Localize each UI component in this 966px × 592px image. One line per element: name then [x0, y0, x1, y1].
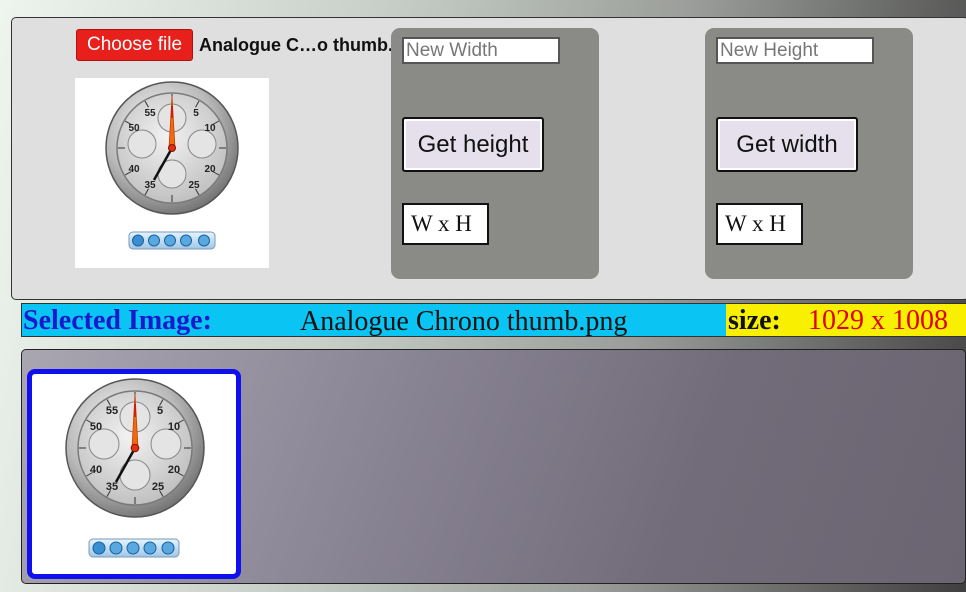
height-result-display: W x H	[716, 203, 803, 245]
new-width-input[interactable]	[402, 37, 560, 64]
new-height-input[interactable]	[716, 37, 874, 64]
dial-number: 25	[152, 481, 164, 493]
width-control-panel: Get height W x H	[391, 28, 599, 279]
preview-image: 55 5 50 10 40 20 35 25	[75, 78, 269, 268]
get-width-button[interactable]: Get width	[716, 117, 858, 172]
selected-image-filename: Analogue Chrono thumb.png	[300, 306, 628, 337]
gallery-thumbnail-selected[interactable]: 55 5 50 10 40 20 35 25	[27, 369, 241, 579]
size-box: size: 1029 x 1008	[726, 304, 966, 336]
selected-image-info-bar: Selected Image: Analogue Chrono thumb.pn…	[21, 303, 966, 337]
dial-number: 40	[128, 164, 140, 175]
selected-image-label: Selected Image:	[23, 305, 212, 336]
dial-number: 35	[106, 481, 118, 493]
dial-number: 20	[204, 164, 216, 175]
dial-number: 10	[168, 421, 180, 433]
dial-number: 50	[90, 421, 102, 433]
dial-number: 35	[144, 180, 156, 191]
dial-number: 25	[188, 180, 200, 191]
dial-number: 55	[106, 405, 118, 417]
size-label: size:	[728, 305, 781, 336]
dial-number: 20	[168, 464, 180, 476]
width-result-display: W x H	[402, 203, 489, 245]
size-value: 1029 x 1008	[808, 305, 948, 336]
stopwatch-image: 55 5 50 10 40 20 35 25	[105, 81, 239, 250]
dial-number: 40	[90, 464, 102, 476]
dial-number: 10	[204, 123, 216, 134]
choose-file-button[interactable]: Choose file	[76, 29, 193, 61]
selected-file-name: Analogue C…o thumb.png	[199, 35, 395, 55]
image-gallery: 55 5 50 10 40 20 35 25	[21, 349, 966, 584]
get-height-button[interactable]: Get height	[402, 117, 544, 172]
height-control-panel: Get width W x H	[705, 28, 913, 279]
dial-number: 5	[157, 405, 163, 417]
dial-number: 50	[128, 123, 140, 134]
stopwatch-image: 55 5 50 10 40 20 35 25	[65, 378, 205, 558]
dial-number: 5	[193, 108, 199, 119]
dial-number: 55	[144, 108, 156, 119]
